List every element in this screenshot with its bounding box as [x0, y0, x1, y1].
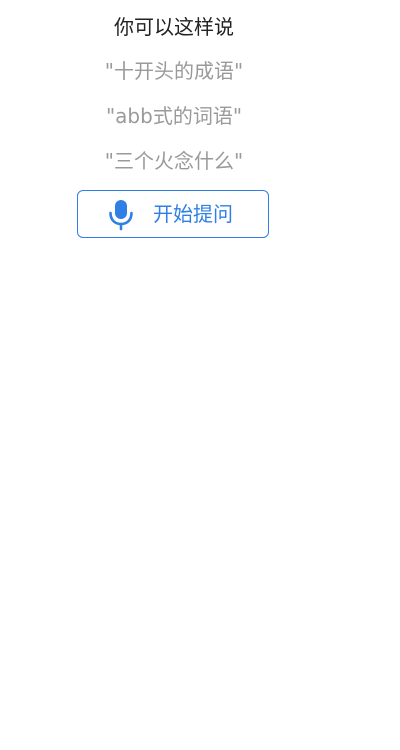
voice-prompt-page: 你可以这样说 "十开头的成语" "abb式的词语" "三个火念什么" 开始提问 — [0, 0, 400, 750]
suggestion-item: "abb式的词语" — [105, 104, 243, 128]
prompt-title: 你可以这样说 — [114, 15, 234, 39]
start-asking-button[interactable]: 开始提问 — [77, 190, 269, 238]
suggestion-item: "十开头的成语" — [104, 59, 244, 83]
start-asking-label: 开始提问 — [153, 202, 233, 226]
suggestion-item: "三个火念什么" — [104, 149, 244, 173]
microphone-icon — [109, 200, 133, 231]
